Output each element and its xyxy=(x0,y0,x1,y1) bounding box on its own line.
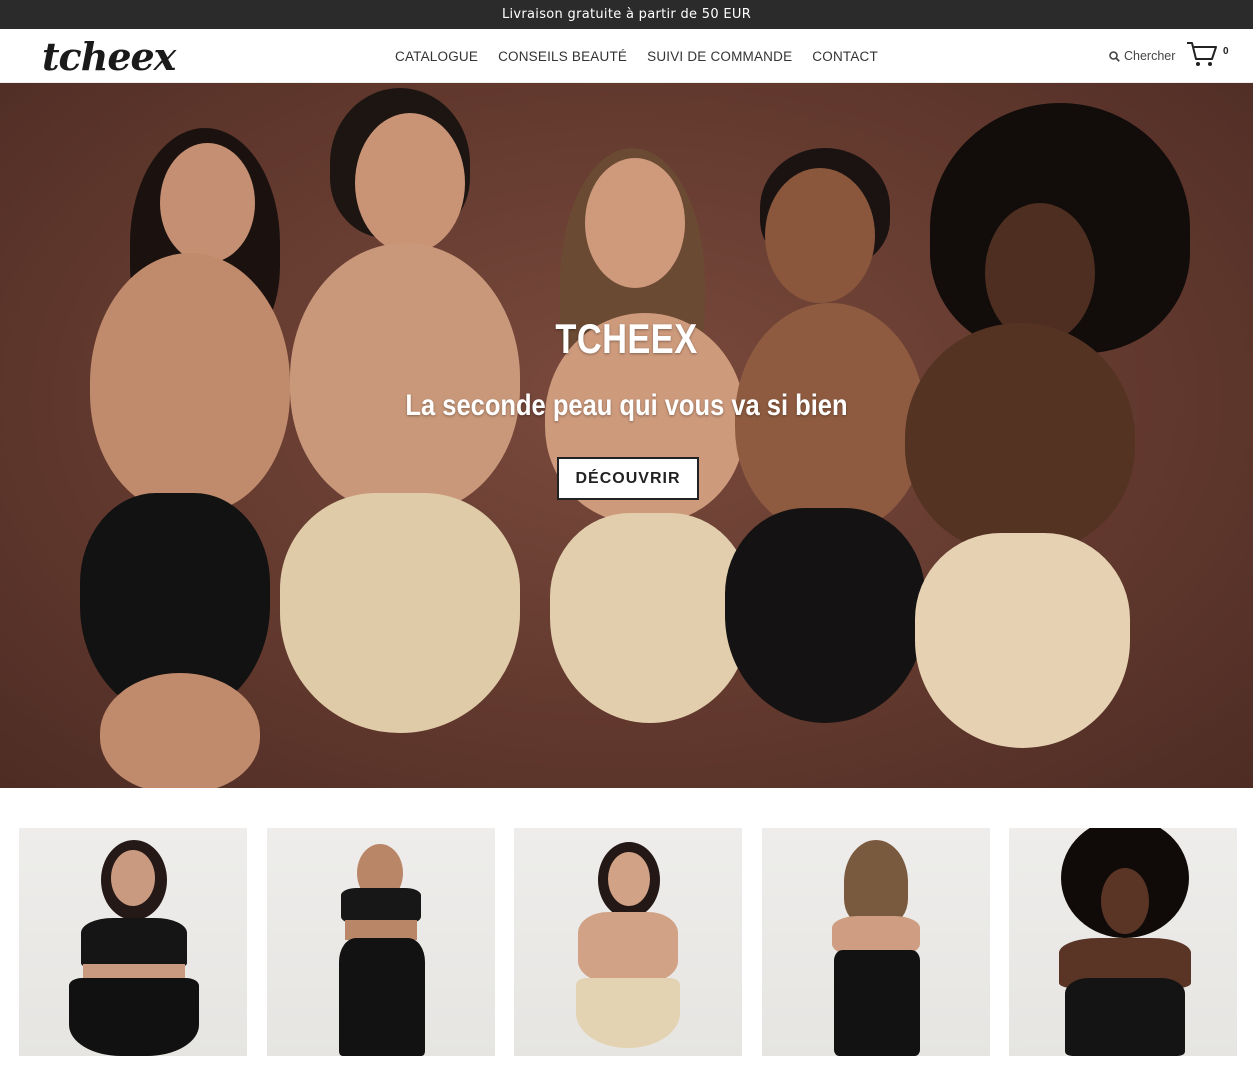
search-icon xyxy=(1109,50,1120,62)
hero-banner: TCHEEX La seconde peau qui vous va si bi… xyxy=(0,83,1253,788)
cart-icon xyxy=(1186,40,1218,72)
product-card[interactable] xyxy=(1009,828,1237,1056)
product-card[interactable] xyxy=(514,828,742,1056)
discover-button[interactable]: DÉCOUVRIR xyxy=(557,457,699,500)
nav-item-suivi-de-commande[interactable]: SUIVI DE COMMANDE xyxy=(637,49,802,64)
product-card[interactable] xyxy=(19,828,247,1056)
search-label: Chercher xyxy=(1124,49,1176,63)
nav-item-conseils-beaute[interactable]: CONSEILS BEAUTÉ xyxy=(488,49,637,64)
logo[interactable]: tcheex xyxy=(42,37,176,77)
nav-item-contact[interactable]: CONTACT xyxy=(802,49,888,64)
hero-title: TCHEEX xyxy=(555,315,698,362)
hero-subtitle: La seconde peau qui vous va si bien xyxy=(405,389,848,422)
cart-button[interactable]: 0 xyxy=(1186,41,1230,71)
main-nav: CATALOGUE CONSEILS BEAUTÉ SUIVI DE COMMA… xyxy=(385,29,888,83)
product-card[interactable] xyxy=(762,828,990,1056)
product-card[interactable] xyxy=(267,828,495,1056)
cart-count: 0 xyxy=(1223,46,1229,57)
announcement-text: Livraison gratuite à partir de 50 EUR xyxy=(501,7,752,22)
search-button[interactable]: Chercher xyxy=(1109,48,1175,64)
nav-item-catalogue[interactable]: CATALOGUE xyxy=(385,49,488,64)
product-grid xyxy=(0,788,1253,1079)
site-header: tcheex CATALOGUE CONSEILS BEAUTÉ SUIVI D… xyxy=(0,29,1253,83)
announcement-bar: Livraison gratuite à partir de 50 EUR xyxy=(0,0,1253,29)
